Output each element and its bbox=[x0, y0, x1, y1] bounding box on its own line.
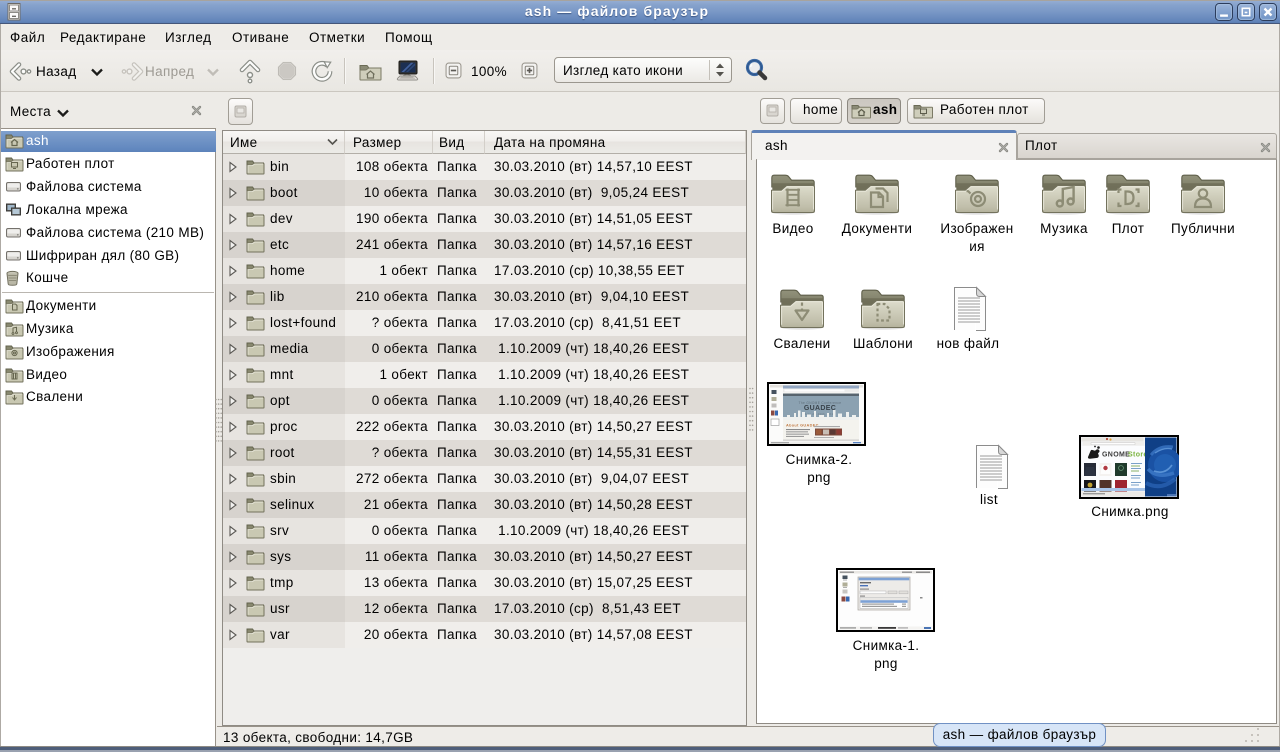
svg-text:GNOME: GNOME bbox=[1102, 452, 1130, 459]
svg-text:GUADEC: GUADEC bbox=[804, 405, 836, 412]
svg-text:About GUADEC: About GUADEC bbox=[786, 424, 819, 428]
svg-text:Store: Store bbox=[1128, 452, 1148, 459]
